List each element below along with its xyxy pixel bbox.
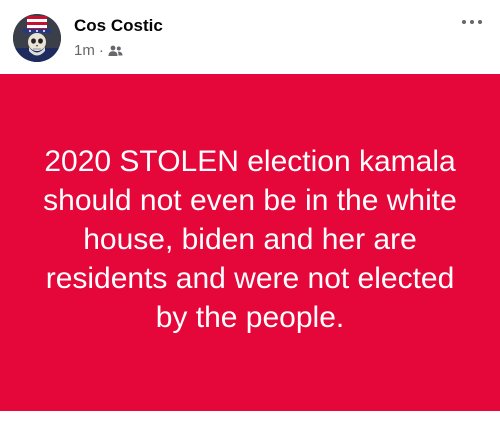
post-background: 2020 STOLEN election kamala should not e… (0, 74, 500, 411)
post-text: 2020 STOLEN election kamala should not e… (43, 145, 457, 334)
more-options-button[interactable] (455, 8, 489, 36)
more-options-dot (470, 20, 474, 24)
more-options-dot (478, 20, 482, 24)
post-meta: 1m · (74, 42, 123, 59)
friends-icon[interactable] (108, 45, 123, 57)
avatar[interactable] (13, 14, 61, 62)
more-options-icon (462, 20, 466, 24)
uncle-sam-skull-avatar-icon (13, 14, 61, 62)
post-timestamp[interactable]: 1m (74, 42, 95, 59)
author-name[interactable]: Cos Costic (74, 16, 163, 36)
post-header: Cos Costic 1m · (0, 0, 500, 74)
meta-separator: · (98, 42, 104, 59)
post-bottom-divider (0, 411, 500, 423)
